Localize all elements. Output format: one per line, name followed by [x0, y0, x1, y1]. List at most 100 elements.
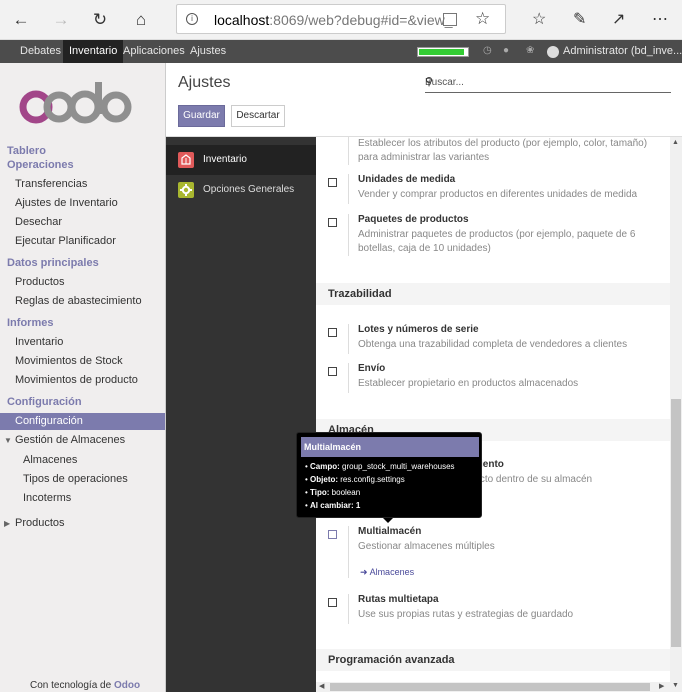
- pen-icon[interactable]: ✎: [573, 9, 586, 29]
- sidebar-item-ejecutar-planificador[interactable]: Ejecutar Planificador: [15, 235, 116, 247]
- favorites-list-icon[interactable]: ☆: [532, 9, 546, 29]
- tooltip-field-value: group_stock_multi_warehouses: [342, 462, 455, 471]
- save-button[interactable]: Guardar: [178, 105, 225, 127]
- sidebar-item-transferencias[interactable]: Transferencias: [15, 178, 87, 190]
- powered-prefix: Con tecnología de: [30, 680, 112, 691]
- tooltip-field-label: Campo:: [310, 462, 340, 471]
- scroll-left-icon[interactable]: ◀: [319, 682, 324, 690]
- sidebar-group-almacenes[interactable]: Gestión de Almacenes: [15, 434, 125, 446]
- sidebar-section-datos[interactable]: Datos principales: [7, 257, 99, 269]
- settings-tab-opciones-generales[interactable]: Opciones Generales: [166, 175, 316, 205]
- setting-multiwarehouse-desc: Gestionar almacenes múltiples: [358, 541, 495, 552]
- menu-debates[interactable]: Debates: [14, 40, 67, 63]
- setting-lots-desc: Obtenga una trazabilidad completa de ven…: [358, 339, 628, 350]
- setting-variants-desc: Establecer los atributos del producto (p…: [358, 138, 648, 163]
- menu-inventario[interactable]: Inventario: [63, 40, 124, 63]
- reload-icon[interactable]: ↻: [88, 9, 112, 31]
- setting-multiwarehouse-title[interactable]: Multialmacén: [358, 526, 421, 537]
- sidebar-section-tablero[interactable]: Tablero: [7, 145, 46, 157]
- setting-multistep-title: Rutas multietapa: [358, 594, 439, 605]
- search-icon[interactable]: ⚲: [425, 75, 669, 88]
- vertical-scrollbar[interactable]: ▲ ▼: [670, 137, 682, 692]
- home-icon[interactable]: ⌂: [129, 9, 153, 31]
- user-menu[interactable]: Administrator (bd_inve...: [563, 40, 682, 63]
- sidebar-group-productos[interactable]: Productos: [15, 517, 65, 529]
- app-sidebar: Tablero Operaciones Transferencias Ajust…: [0, 63, 166, 692]
- bug-icon[interactable]: ❀: [526, 45, 534, 56]
- sidebar-item-configuracion[interactable]: Configuración: [0, 413, 165, 430]
- almacenes-link[interactable]: ➜ Almacenes: [360, 567, 414, 578]
- odoo-logo[interactable]: [19, 81, 147, 129]
- share-icon[interactable]: ↗: [612, 9, 625, 29]
- sidebar-section-configuracion[interactable]: Configuración: [7, 396, 82, 408]
- back-arrow-icon[interactable]: ←: [9, 9, 33, 31]
- menu-aplicaciones[interactable]: Aplicaciones: [117, 40, 191, 63]
- url-text[interactable]: localhost:8069/web?debug#id=&view_: [214, 12, 453, 28]
- site-info-icon[interactable]: i: [186, 13, 198, 25]
- divider: [348, 594, 349, 624]
- settings-nav: Inventario Opciones Generales: [166, 137, 316, 692]
- sidebar-item-inventario[interactable]: Inventario: [15, 336, 63, 348]
- setting-storage-title-tail: iento: [480, 459, 504, 470]
- progress-fill: [419, 49, 464, 55]
- tooltip-field-row: • Campo: group_stock_multi_warehouses: [305, 462, 455, 471]
- sidebar-item-productos[interactable]: Productos: [15, 276, 65, 288]
- caret-right-icon[interactable]: ▶: [4, 519, 10, 528]
- favorite-star-icon[interactable]: ☆: [475, 9, 490, 29]
- section-programacion: Programación avanzada: [316, 649, 670, 671]
- address-bar[interactable]: i localhost:8069/web?debug#id=&view_ ☆: [176, 4, 506, 34]
- scroll-up-icon[interactable]: ▲: [672, 139, 679, 146]
- clock-icon[interactable]: ◷: [483, 45, 492, 56]
- powered-by: Con tecnología de Odoo: [30, 680, 140, 691]
- reading-view-icon[interactable]: [443, 13, 457, 26]
- settings-tab-inventario[interactable]: Inventario: [166, 145, 316, 175]
- field-tooltip: Multialmacén • Campo: group_stock_multi_…: [296, 432, 482, 523]
- multistep-checkbox[interactable]: [328, 598, 337, 607]
- chat-icon[interactable]: ●: [503, 45, 509, 56]
- search-input[interactable]: Buscar... ⚲: [425, 73, 671, 93]
- packages-checkbox[interactable]: [328, 218, 337, 227]
- sidebar-section-operaciones[interactable]: Operaciones: [7, 159, 74, 171]
- setting-multistep-desc: Use sus propias rutas y estrategias de g…: [358, 609, 574, 620]
- scroll-right-icon[interactable]: ▶: [659, 682, 664, 690]
- sidebar-item-ajustes-inventario[interactable]: Ajustes de Inventario: [15, 197, 118, 209]
- setting-consignment-title: Envío: [358, 363, 386, 374]
- tooltip-onchange-label: Al cambiar:: [310, 501, 354, 510]
- divider: [348, 174, 349, 204]
- avatar[interactable]: [547, 46, 559, 58]
- powered-brand[interactable]: Odoo: [114, 680, 140, 691]
- consignment-checkbox[interactable]: [328, 367, 337, 376]
- sidebar-item-reglas[interactable]: Reglas de abastecimiento: [15, 295, 142, 307]
- lots-checkbox[interactable]: [328, 328, 337, 337]
- horizontal-scrollbar[interactable]: ◀ ▶: [316, 682, 670, 692]
- tooltip-onchange-row: • Al cambiar: 1: [305, 501, 361, 510]
- hscrollbar-thumb[interactable]: [330, 683, 650, 691]
- divider: [348, 214, 349, 256]
- settings-tab-opciones-generales-label: Opciones Generales: [203, 184, 295, 195]
- scrollbar-thumb[interactable]: [671, 399, 681, 647]
- sidebar-item-desechar[interactable]: Desechar: [15, 216, 62, 228]
- more-icon[interactable]: ⋯: [652, 9, 668, 29]
- inventory-app-icon: [178, 152, 194, 168]
- sidebar-item-tipos-operaciones[interactable]: Tipos de operaciones: [23, 473, 128, 485]
- sidebar-item-movimientos-producto[interactable]: Movimientos de producto: [15, 374, 138, 386]
- page-title: Ajustes: [178, 74, 231, 91]
- sidebar-item-almacenes[interactable]: Almacenes: [23, 454, 77, 466]
- setting-consignment-desc: Establecer propietario en productos alma…: [358, 378, 579, 389]
- uom-checkbox[interactable]: [328, 178, 337, 187]
- caret-down-icon[interactable]: ▼: [4, 436, 12, 445]
- sidebar-item-incoterms[interactable]: Incoterms: [23, 492, 71, 504]
- setting-uom-desc: Vender y comprar productos en diferentes…: [358, 189, 638, 200]
- section-trazabilidad: Trazabilidad: [316, 283, 670, 305]
- sidebar-item-configuracion-label: Configuración: [15, 415, 83, 427]
- discard-button[interactable]: Descartar: [231, 105, 285, 127]
- forward-arrow-icon[interactable]: →: [49, 9, 73, 31]
- scroll-down-icon[interactable]: ▼: [672, 682, 679, 689]
- menu-ajustes[interactable]: Ajustes: [184, 40, 232, 63]
- tooltip-object-label: Objeto:: [310, 475, 339, 484]
- control-panel: Ajustes Guardar Descartar Buscar... ⚲: [166, 63, 682, 137]
- url-host: localhost: [214, 12, 270, 28]
- sidebar-item-movimientos-stock[interactable]: Movimientos de Stock: [15, 355, 123, 367]
- sidebar-section-informes[interactable]: Informes: [7, 317, 53, 329]
- multiwarehouse-checkbox[interactable]: [328, 530, 337, 539]
